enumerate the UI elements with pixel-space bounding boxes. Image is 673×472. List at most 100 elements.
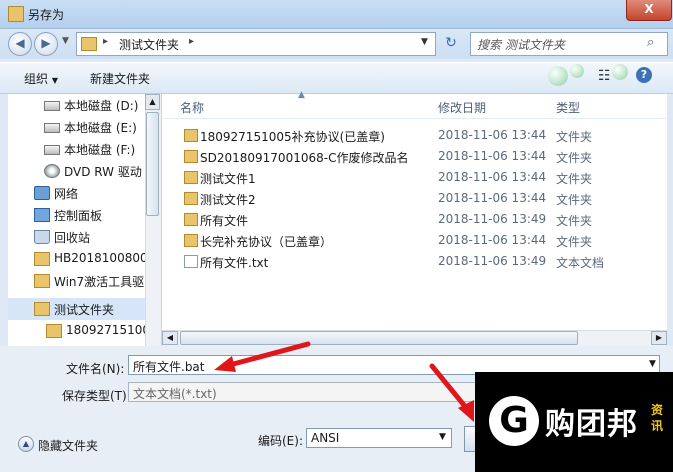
column-header-type[interactable]: 类型	[556, 99, 580, 116]
filetype-value: 文本文档(*.txt)	[133, 387, 217, 401]
nav-scrollbar-thumb[interactable]	[146, 112, 159, 216]
file-row[interactable]: 所有文件 2018-11-06 13:49 文件夹	[162, 209, 667, 230]
text-file-icon	[184, 255, 198, 268]
search-input[interactable]: 搜索 测试文件夹 ⌕	[470, 32, 668, 56]
file-row[interactable]: 长完补充协议（已盖章） 2018-11-06 13:44 文件夹	[162, 230, 667, 251]
nav-item-label: DVD RW 驱动	[64, 165, 142, 179]
nav-item-subfolder[interactable]: 180927151005	[8, 320, 145, 342]
nav-item-network[interactable]: 网络	[8, 182, 145, 204]
file-date: 2018-11-06 13:49	[438, 254, 547, 268]
forward-arrow-icon: ▶	[41, 36, 51, 50]
drive-icon	[44, 123, 60, 133]
nav-item-folder-hb[interactable]: HB2018100800	[8, 248, 145, 270]
decorative-bubble	[612, 64, 628, 80]
window-title: 另存为	[28, 8, 65, 22]
file-list-header: 名称 修改日期 类型	[162, 94, 667, 119]
nav-item-test-folder[interactable]: 测试文件夹	[8, 298, 145, 320]
nav-item-drive-d[interactable]: 本地磁盘 (D:)	[8, 94, 145, 116]
nav-item-label: 本地磁盘 (F:)	[64, 143, 136, 157]
nav-item-label: 180927151005	[66, 323, 145, 337]
nav-item-drive-e[interactable]: 本地磁盘 (E:)	[8, 116, 145, 138]
nav-item-dvd-drive[interactable]: DVD RW 驱动	[8, 160, 145, 182]
file-type: 文件夹	[556, 151, 593, 165]
nav-item-recycle-bin[interactable]: 回收站	[8, 226, 145, 248]
nav-item-folder-win7[interactable]: Win7激活工具驱	[8, 270, 145, 292]
scroll-left-icon[interactable]: ◀	[162, 331, 178, 345]
folder-icon	[184, 150, 198, 163]
file-name: 长完补充协议（已盖章）	[200, 235, 333, 249]
title-bar	[0, 0, 673, 29]
collapse-icon[interactable]: ▲	[18, 436, 34, 452]
watermark-logo-mark: G	[489, 396, 539, 446]
search-icon[interactable]: ⌕	[647, 35, 654, 50]
change-view-icon[interactable]: ☷	[598, 68, 611, 84]
help-icon[interactable]: ?	[636, 67, 652, 83]
file-type: 文件夹	[556, 172, 593, 186]
back-button[interactable]: ◀	[8, 32, 32, 56]
decorative-bubble	[548, 66, 568, 86]
nav-item-label: 回收站	[54, 231, 91, 245]
file-name: 180927151005补充协议(已盖章)	[200, 130, 385, 144]
address-dropdown-icon[interactable]: ▼	[421, 37, 428, 47]
file-date: 2018-11-06 13:44	[438, 191, 547, 205]
file-row[interactable]: SD20180917001068-C作废修改品名 2018-11-06 13:44…	[162, 146, 667, 167]
encoding-value: ANSI	[311, 431, 340, 445]
search-placeholder: 搜索 测试文件夹	[477, 38, 565, 52]
hide-folders-button[interactable]: 隐藏文件夹	[38, 437, 98, 454]
chevron-down-icon[interactable]: ▼	[439, 432, 446, 442]
close-button[interactable]: X	[626, 0, 672, 21]
nav-item-label: Win7激活工具驱	[54, 275, 145, 289]
navigation-pane: 本地磁盘 (D:) 本地磁盘 (E:) 本地磁盘 (F:) DVD RW 驱动 …	[8, 94, 162, 346]
recycle-bin-icon	[34, 230, 50, 244]
file-type: 文件夹	[556, 235, 593, 249]
column-header-date[interactable]: 修改日期	[438, 99, 486, 116]
file-name: 测试文件1	[200, 172, 256, 186]
file-date: 2018-11-06 13:44	[438, 233, 547, 247]
file-date: 2018-11-06 13:44	[438, 128, 547, 142]
file-type: 文本文档	[556, 256, 605, 270]
nav-item-control-panel[interactable]: 控制面板	[8, 204, 145, 226]
file-type: 文件夹	[556, 130, 593, 144]
scroll-right-icon[interactable]: ▶	[651, 331, 667, 345]
nav-item-label: HB2018100800	[54, 251, 145, 265]
file-type: 文件夹	[556, 193, 593, 207]
file-row[interactable]: 测试文件2 2018-11-06 13:44 文件夹	[162, 188, 667, 209]
chevron-down-icon[interactable]: ▼	[649, 359, 656, 369]
folder-icon	[184, 171, 198, 184]
file-name: 所有文件.txt	[200, 256, 269, 270]
forward-button[interactable]: ▶	[34, 32, 58, 56]
recent-locations-dropdown-icon[interactable]: ▼	[62, 36, 69, 46]
scroll-up-icon[interactable]: ▲	[145, 94, 160, 110]
folder-icon	[81, 37, 97, 51]
file-row[interactable]: 180927151005补充协议(已盖章) 2018-11-06 13:44 文件夹	[162, 125, 667, 146]
folder-icon	[34, 274, 50, 288]
refresh-icon: ↻	[445, 35, 457, 51]
file-row[interactable]: 测试文件1 2018-11-06 13:44 文件夹	[162, 167, 667, 188]
address-bar[interactable]: ▸ 测试文件夹 ▸ ▼	[76, 32, 436, 56]
refresh-button[interactable]: ↻	[440, 32, 462, 54]
encoding-select[interactable]: ANSI ▼	[306, 428, 452, 448]
nav-item-drive-f[interactable]: 本地磁盘 (F:)	[8, 138, 145, 160]
save-dialog-icon	[8, 6, 24, 22]
file-name: 所有文件	[200, 214, 249, 228]
drive-icon	[44, 145, 60, 155]
file-date: 2018-11-06 13:44	[438, 170, 547, 184]
breadcrumb-current-folder[interactable]: 测试文件夹	[119, 36, 179, 53]
dvd-drive-icon	[44, 164, 60, 178]
file-date: 2018-11-06 13:44	[438, 149, 547, 163]
breadcrumb-separator-icon[interactable]: ▸	[189, 36, 194, 47]
file-type: 文件夹	[556, 214, 593, 228]
column-header-name[interactable]: 名称	[180, 99, 204, 116]
nav-item-label: 本地磁盘 (D:)	[64, 99, 139, 113]
new-folder-button[interactable]: 新建文件夹	[90, 70, 150, 87]
save-button[interactable]	[464, 426, 475, 452]
file-name: 测试文件2	[200, 193, 256, 207]
encoding-label: 编码(E):	[258, 434, 303, 448]
annotation-arrow	[214, 341, 311, 372]
nav-item-label: 本地磁盘 (E:)	[64, 121, 137, 135]
folder-icon	[184, 129, 198, 142]
breadcrumb-separator-icon[interactable]: ▸	[103, 36, 108, 47]
file-row[interactable]: 所有文件.txt 2018-11-06 13:49 文本文档	[162, 251, 667, 272]
folder-icon	[46, 324, 62, 338]
organize-menu-button[interactable]: 组织 ▼	[24, 70, 58, 87]
